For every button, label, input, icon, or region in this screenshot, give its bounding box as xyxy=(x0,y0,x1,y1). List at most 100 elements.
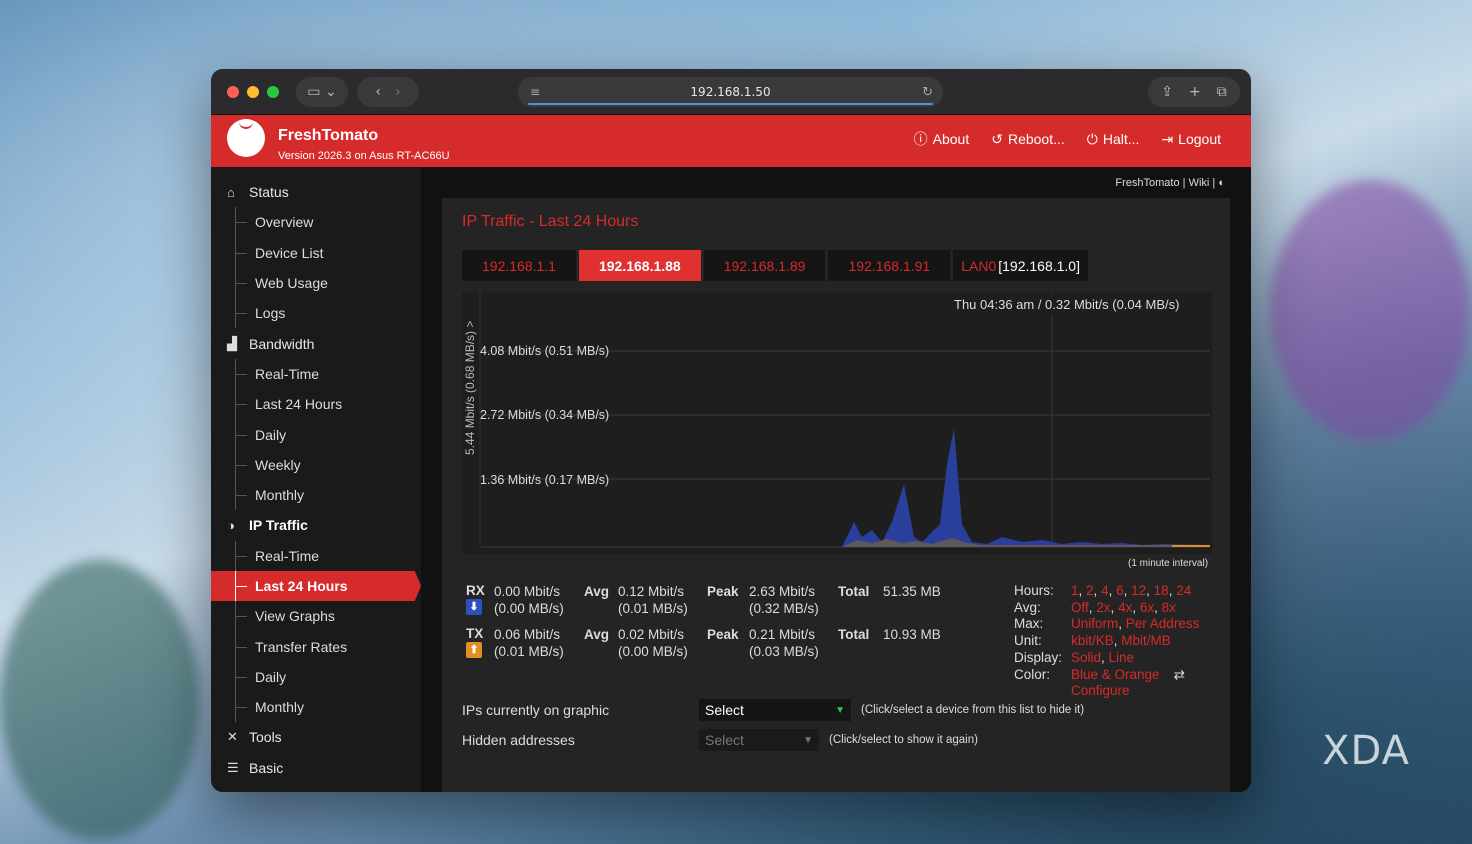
tomato-logo-icon xyxy=(227,119,265,157)
traffic-graph[interactable]: 5.44 Mbit/s (0.68 MB/s) > 4.08 Mbit/s (0… xyxy=(462,292,1212,554)
sidebar-section-bandwidth[interactable]: ▟ Bandwidth xyxy=(211,328,421,358)
sidebar-item-ip-view-graphs[interactable]: View Graphs xyxy=(211,601,421,632)
sidebar-section-label: Status xyxy=(249,184,289,201)
tab-lan0[interactable]: LAN0 [192.168.1.0] xyxy=(953,250,1088,281)
color-scheme-link[interactable]: Blue & Orange xyxy=(1071,667,1160,684)
hours-4-link[interactable]: 4 xyxy=(1101,583,1109,598)
ips-select-value: Select xyxy=(705,702,744,718)
sidebar-section-tools[interactable]: ✕ Tools xyxy=(211,722,421,752)
address-bar[interactable]: ≡ 192.168.1.50 ↻ xyxy=(518,77,943,107)
home-icon: ⌂ xyxy=(227,184,235,200)
breadcrumb-home[interactable]: FreshTomato xyxy=(1115,177,1179,189)
hours-2-link[interactable]: 2 xyxy=(1086,583,1094,598)
sidebar-section-basic[interactable]: ☰ Basic xyxy=(211,753,421,783)
avg-6x-link[interactable]: 6x xyxy=(1140,600,1154,615)
sidebar-item-logs[interactable]: Logs xyxy=(211,298,421,329)
unit-kbit-link[interactable]: kbit/KB xyxy=(1071,633,1114,648)
sidebar-item-ip-monthly[interactable]: Monthly xyxy=(211,692,421,723)
tx-peak-mb: (0.03 MB/s) xyxy=(749,644,819,659)
close-window-button[interactable] xyxy=(227,86,239,98)
reboot-link[interactable]: ↺ Reboot... xyxy=(991,129,1065,149)
tab-overview-icon[interactable]: ⧉ xyxy=(1217,84,1227,100)
tx-avg: 0.02 Mbit/s (0.00 MB/s) xyxy=(618,626,707,669)
zoom-window-button[interactable] xyxy=(267,86,279,98)
rx-stats-row: RX ⬇ 0.00 Mbit/s (0.00 MB/s) Avg 0.12 Mbit… xyxy=(466,583,941,626)
chevron-down-icon: ▼ xyxy=(803,734,813,746)
history-nav: ‹ › xyxy=(357,77,419,107)
sidebar-item-bw-last24[interactable]: Last 24 Hours xyxy=(211,389,421,420)
tab-ip-91[interactable]: 192.168.1.91 xyxy=(828,250,951,281)
chevron-down-icon: ▼ xyxy=(835,704,845,716)
hours-1-link[interactable]: 1 xyxy=(1071,583,1079,598)
sidebar-item-bw-realtime[interactable]: Real-Time xyxy=(211,358,421,390)
hours-18-link[interactable]: 18 xyxy=(1154,583,1169,598)
page-menu-icon[interactable]: ≡ xyxy=(530,85,540,99)
avg-4x-link[interactable]: 4x xyxy=(1118,600,1132,615)
graph-interval-note: (1 minute interval) xyxy=(1128,558,1209,569)
sidebar-section-ip-traffic[interactable]: ◑ IP Traffic xyxy=(211,510,421,540)
max-per-address-link[interactable]: Per Address xyxy=(1126,616,1200,631)
browser-window: ▭ ⌄ ‹ › ≡ 192.168.1.50 ↻ ⇪ + ⧉ FreshToma… xyxy=(211,69,1251,792)
minimize-window-button[interactable] xyxy=(247,86,259,98)
avg-8x-link[interactable]: 8x xyxy=(1162,600,1176,615)
sidebar-item-overview[interactable]: Overview xyxy=(211,207,421,238)
logout-link[interactable]: ⇥ Logout xyxy=(1161,129,1221,149)
display-solid-link[interactable]: Solid xyxy=(1071,650,1101,665)
sidebar: ⌂ Status Overview Device List Web Usage L… xyxy=(211,167,421,792)
hidden-select-value: Select xyxy=(705,732,744,748)
tab-ip-1[interactable]: 192.168.1.1 xyxy=(462,250,576,281)
tab-ip-88[interactable]: 192.168.1.88 xyxy=(578,250,701,281)
swap-colors-icon[interactable]: ⇄ xyxy=(1174,667,1185,684)
cursor-readout: Thu 04:36 am / 0.32 Mbit/s (0.04 MB/s) xyxy=(954,297,1179,312)
brand-name[interactable]: FreshTomato xyxy=(278,127,378,145)
tx-rate: 0.06 Mbit/s (0.01 MB/s) xyxy=(494,626,584,669)
sidebar-item-bw-daily[interactable]: Daily xyxy=(211,419,421,450)
sidebar-item-ip-daily[interactable]: Daily xyxy=(211,661,421,693)
unit-mbit-link[interactable]: Mbit/MB xyxy=(1121,633,1171,648)
about-label: About xyxy=(932,131,970,147)
halt-link[interactable]: ⏻ Halt... xyxy=(1087,129,1140,149)
sidebar-item-ip-last24[interactable]: Last 24 Hours xyxy=(211,570,421,602)
sidebar-item-ip-transfer-rates[interactable]: Transfer Rates xyxy=(211,631,421,663)
hours-6-link[interactable]: 6 xyxy=(1116,583,1124,598)
rx-total-label: Total xyxy=(838,584,870,599)
rx-label-text: RX xyxy=(466,583,485,598)
back-icon[interactable]: ‹ xyxy=(375,84,381,100)
rx-peak-label: Peak xyxy=(707,584,739,599)
tab-ip-89[interactable]: 192.168.1.89 xyxy=(703,250,826,281)
sidebar-item-web-usage[interactable]: Web Usage xyxy=(211,267,421,299)
main-content: FreshTomato | Wiki | ◐ IP Traffic - Last… xyxy=(421,167,1251,792)
sidebar-item-device-list[interactable]: Device List xyxy=(211,237,421,269)
tx-avg-mbit: 0.02 Mbit/s xyxy=(618,627,685,642)
configure-link[interactable]: Configure xyxy=(1071,683,1130,700)
display-line-link[interactable]: Line xyxy=(1109,650,1135,665)
sidebar-toggle-button[interactable]: ▭ ⌄ xyxy=(296,77,348,107)
ips-hint: (Click/select a device from this list to… xyxy=(861,704,1085,716)
sidebar-section-status[interactable]: ⌂ Status xyxy=(211,177,421,207)
reload-icon[interactable]: ↻ xyxy=(922,85,933,100)
firmware-version: Version 2026.3 on Asus RT-AC66U xyxy=(278,150,450,162)
sidebar-item-ip-realtime[interactable]: Real-Time xyxy=(211,540,421,572)
hours-24-link[interactable]: 24 xyxy=(1176,583,1191,598)
unit-option-row: Unit: kbit/KB, Mbit/MB xyxy=(1014,633,1171,649)
sidebar-item-bw-monthly[interactable]: Monthly xyxy=(211,479,421,511)
max-uniform-link[interactable]: Uniform xyxy=(1071,616,1118,631)
sidebar-item-bw-weekly[interactable]: Weekly xyxy=(211,449,421,481)
hours-12-link[interactable]: 12 xyxy=(1131,583,1146,598)
rx-rate-mb: (0.00 MB/s) xyxy=(494,601,564,616)
new-tab-icon[interactable]: + xyxy=(1189,84,1201,100)
about-link[interactable]: ⓘ About xyxy=(914,129,970,149)
rx-avg: 0.12 Mbit/s (0.01 MB/s) xyxy=(618,583,707,626)
theme-toggle-icon[interactable]: ◐ xyxy=(1218,177,1225,189)
load-progress-bar xyxy=(528,103,933,105)
avg-2x-link[interactable]: 2x xyxy=(1096,600,1110,615)
upload-arrow-icon: ⬆ xyxy=(466,642,482,658)
ips-on-graphic-select[interactable]: Select ▼ xyxy=(699,699,851,721)
breadcrumb-wiki[interactable]: Wiki xyxy=(1189,177,1210,189)
avg-off-link[interactable]: Off xyxy=(1071,600,1089,615)
forward-icon[interactable]: › xyxy=(395,84,401,100)
share-icon[interactable]: ⇪ xyxy=(1161,84,1173,100)
gridline-label: 1.36 Mbit/s (0.17 MB/s) xyxy=(480,473,609,487)
hidden-addresses-select[interactable]: Select ▼ xyxy=(699,729,819,751)
top-nav: ⓘ About ↺ Reboot... ⏻ Halt... ⇥ Logout xyxy=(914,129,1221,149)
